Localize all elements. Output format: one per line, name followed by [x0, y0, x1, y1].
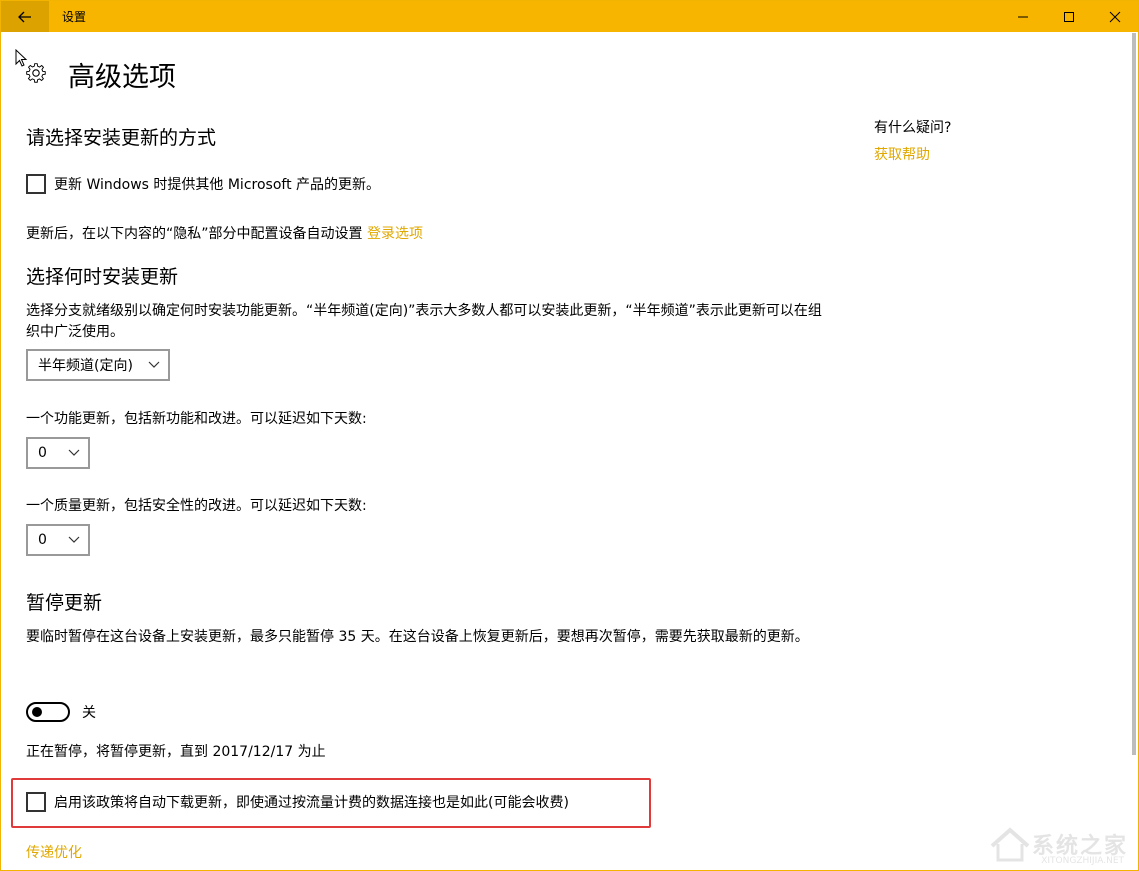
- other-products-checkbox[interactable]: [26, 174, 46, 194]
- watermark: 系统之家 XITONGZHIJIA.NET: [988, 824, 1128, 866]
- gear-icon: [26, 63, 46, 83]
- get-help-link[interactable]: 获取帮助: [874, 145, 951, 166]
- scrollbar[interactable]: [1132, 33, 1136, 755]
- title-bar: 设置: [1, 1, 1138, 32]
- pause-toggle-row[interactable]: 关: [26, 702, 96, 722]
- metered-download-option[interactable]: 启用该政策将自动下载更新，即使通过按流量计费的数据连接也是如此(可能会收费): [26, 792, 569, 812]
- feature-defer-dropdown[interactable]: 0: [26, 437, 90, 469]
- minimize-icon: [1018, 16, 1028, 17]
- settings-window: 设置 高级选项 请选择安装更新的方式 更新 Windows 时提供其他 Micr…: [0, 0, 1139, 871]
- pause-description: 要临时暂停在这台设备上安装更新，最多只能暂停 35 天。在这台设备上恢复更新后，…: [26, 629, 809, 645]
- metered-download-checkbox[interactable]: [26, 792, 46, 812]
- quality-defer-value: 0: [38, 532, 47, 548]
- pause-status: 正在暂停，将暂停更新，直到 2017/12/17 为止: [26, 744, 326, 760]
- other-products-label: 更新 Windows 时提供其他 Microsoft 产品的更新。: [54, 177, 381, 193]
- back-button[interactable]: [1, 1, 49, 32]
- close-button[interactable]: [1092, 1, 1138, 32]
- maximize-button[interactable]: [1046, 1, 1092, 32]
- chevron-down-icon: [148, 361, 160, 368]
- sign-in-options-link[interactable]: 登录选项: [367, 226, 423, 242]
- toggle-knob: [32, 707, 42, 717]
- house-logo-icon: [990, 827, 1030, 862]
- help-panel: 有什么疑问? 获取帮助: [874, 118, 951, 166]
- branch-readiness-dropdown[interactable]: 半年频道(定向): [26, 349, 170, 381]
- privacy-settings-text: 更新后，在以下内容的“隐私”部分中配置设备自动设置 登录选项: [26, 224, 423, 245]
- branch-readiness-value: 半年频道(定向): [38, 358, 133, 374]
- chevron-down-icon: [68, 449, 80, 456]
- other-products-option[interactable]: 更新 Windows 时提供其他 Microsoft 产品的更新。: [26, 174, 380, 194]
- feature-update-text: 一个功能更新，包括新功能和改进。可以延迟如下天数:: [26, 411, 367, 427]
- quality-update-text: 一个质量更新，包括安全性的改进。可以延迟如下天数:: [26, 498, 367, 514]
- close-icon: [1109, 11, 1121, 22]
- window-controls: [1000, 1, 1138, 32]
- chevron-down-icon: [68, 536, 80, 543]
- quality-defer-dropdown[interactable]: 0: [26, 524, 90, 556]
- back-arrow-icon: [18, 11, 31, 22]
- when-install-heading: 选择何时安装更新: [26, 266, 179, 288]
- metered-download-label: 启用该政策将自动下载更新，即使通过按流量计费的数据连接也是如此(可能会收费): [54, 795, 569, 811]
- minimize-button[interactable]: [1000, 1, 1046, 32]
- help-question: 有什么疑问?: [874, 120, 952, 136]
- branch-description: 选择分支就绪级别以确定何时安装功能更新。“半年频道(定向)”表示大多数人都可以安…: [26, 303, 822, 340]
- page-title: 高级选项: [68, 62, 176, 93]
- install-method-heading: 请选择安装更新的方式: [26, 127, 217, 149]
- feature-defer-value: 0: [38, 445, 47, 461]
- window-title: 设置: [62, 10, 87, 24]
- pause-updates-heading: 暂停更新: [26, 592, 103, 614]
- maximize-icon: [1064, 11, 1074, 22]
- watermark-url: XITONGZHIJIA.NET: [1041, 856, 1124, 866]
- privacy-description: 更新后，在以下内容的“隐私”部分中配置设备自动设置: [26, 226, 363, 242]
- pause-toggle-state: 关: [82, 705, 96, 721]
- pause-toggle[interactable]: [26, 702, 70, 722]
- delivery-optimization-link[interactable]: 传递优化: [26, 843, 82, 864]
